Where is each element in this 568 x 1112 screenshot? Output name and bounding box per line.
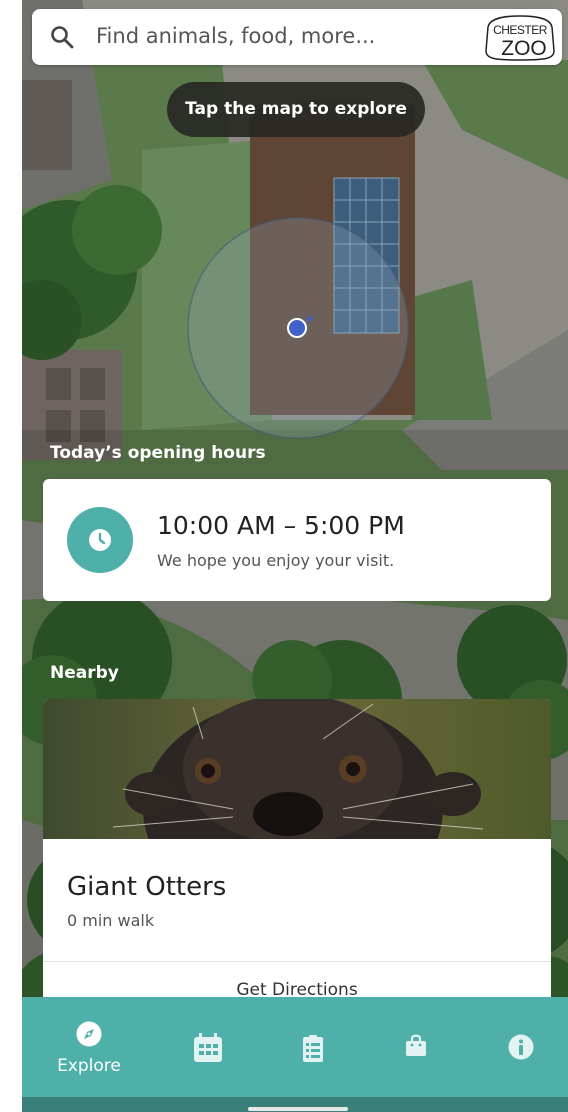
app-frame: Find animals, food, more... CHESTER ZOO … [22,0,568,1112]
home-indicator[interactable] [248,1107,348,1111]
map-hint-pill: Tap the map to explore [167,82,425,137]
animal-name: Giant Otters [67,872,227,902]
svg-text:ZOO: ZOO [501,37,547,60]
search-icon [51,26,74,49]
svg-text:CHESTER: CHESTER [493,23,548,37]
checklist-icon [303,1035,323,1062]
hours-message: We hope you enjoy your visit. [157,551,395,570]
chester-zoo-logo: CHESTER ZOO [485,15,555,61]
nav-tab-explore[interactable]: Explore [34,997,144,1097]
hours-time-range: 10:00 AM – 5:00 PM [157,511,405,540]
walk-time: 0 min walk [67,911,155,930]
opening-hours-heading: Today’s opening hours [50,443,266,463]
nav-label-explore: Explore [57,1056,121,1076]
compass-icon [76,1021,102,1047]
calendar-icon [194,1033,222,1062]
nav-tab-calendar[interactable] [172,997,242,1097]
opening-hours-card: 10:00 AM – 5:00 PM We hope you enjoy you… [43,479,551,601]
clock-icon [67,507,133,573]
nav-tab-info[interactable] [487,997,547,1097]
nearby-heading: Nearby [50,663,119,683]
bottom-navigation: Explore [22,997,568,1097]
giant-otter-photo [43,699,551,839]
nav-tab-checklist[interactable] [282,997,342,1097]
info-icon [508,1034,534,1060]
user-location-dot [287,318,307,338]
search-placeholder[interactable]: Find animals, food, more... [96,24,375,48]
nav-tab-shop[interactable] [387,997,447,1097]
shopping-bag-icon [406,1034,426,1056]
card-divider [43,961,551,962]
nearby-animal-card[interactable]: Giant Otters 0 min walk Get Directions [43,699,551,1029]
search-bar[interactable]: Find animals, food, more... CHESTER ZOO [32,9,562,65]
